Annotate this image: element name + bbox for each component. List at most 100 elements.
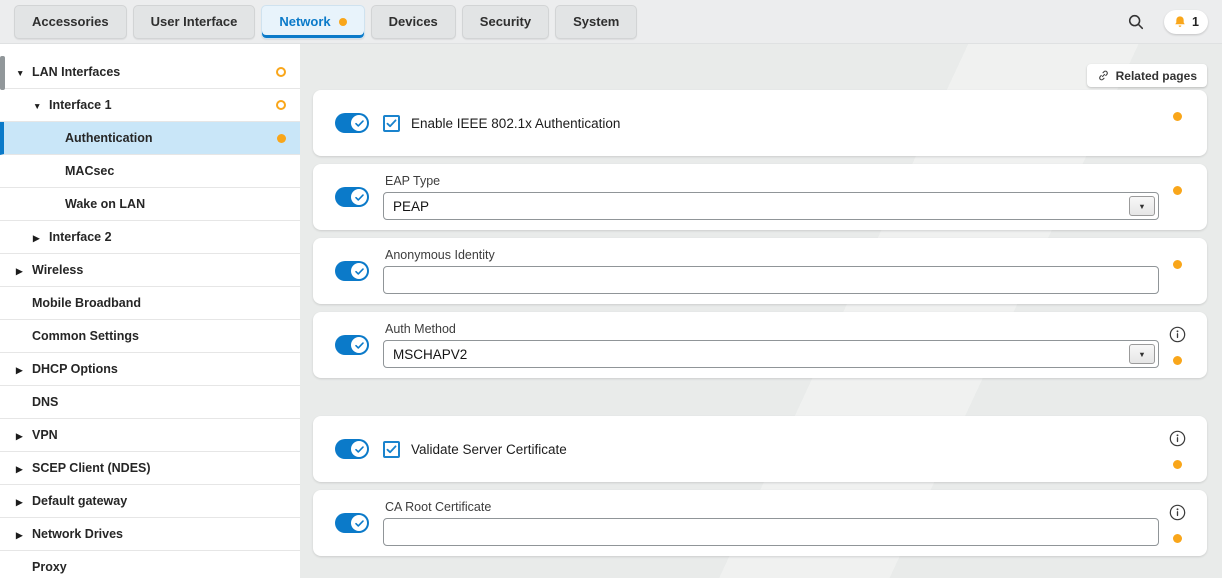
field-column: Validate Server Certificate [383,441,1159,458]
sidebar-scrollbar-thumb[interactable] [0,56,5,90]
chevron-down-icon[interactable] [1129,344,1155,364]
card-enable-ieee-8021x-authentication: Enable IEEE 802.1x Authentication [313,90,1207,156]
checkbox-label: Validate Server Certificate [411,442,567,457]
field-column: Anonymous Identity [383,248,1159,294]
info-icon[interactable] [1169,326,1186,343]
field-label: EAP Type [385,174,1159,188]
tab-label: Accessories [32,14,109,29]
sidebar-item-lan-interfaces[interactable]: LAN Interfaces [0,56,300,89]
sidebar-item-label: DHCP Options [32,362,118,376]
search-icon[interactable] [1124,10,1148,34]
eap-type-select[interactable]: PEAP [383,192,1159,220]
anonymous-identity-input[interactable] [383,266,1159,294]
sidebar-item-label: MACsec [65,164,114,178]
eap-type-toggle[interactable] [335,187,369,207]
expand-arrow-icon[interactable] [16,429,32,442]
topbar-actions: 1 [1124,10,1208,34]
card-anonymous-identity: Anonymous Identity [313,238,1207,304]
expand-arrow-icon[interactable] [16,363,32,376]
sidebar-item-scep-client-ndes[interactable]: SCEP Client (NDES) [0,452,300,485]
settings-cards: Enable IEEE 802.1x Authentication EAP Ty… [313,90,1207,564]
chevron-down-icon[interactable] [1129,196,1155,216]
modified-dot-indicator [1173,260,1182,269]
tab-label: User Interface [151,14,238,29]
notification-count: 1 [1192,15,1199,29]
toggle-column [335,513,383,533]
ca-root-certificate-toggle[interactable] [335,513,369,533]
status-dot-icon [339,18,347,26]
sidebar-item-label: Proxy [32,560,67,574]
sidebar-item-default-gateway[interactable]: Default gateway [0,485,300,518]
tab-system[interactable]: System [555,5,637,39]
modified-dot-indicator [1173,356,1182,365]
card-auth-method: Auth Method MSCHAPV2 [313,312,1207,378]
related-pages-button[interactable]: Related pages [1087,64,1207,87]
toggle-column [335,261,383,281]
status-ring-indicator [276,67,286,77]
card-status-column [1159,321,1195,369]
toggle-check-icon [351,515,367,531]
expand-arrow-icon[interactable] [16,462,32,475]
auth-method-select[interactable]: MSCHAPV2 [383,340,1159,368]
anonymous-identity-toggle[interactable] [335,261,369,281]
main-content: Related pages Enable IEEE 802.1x Authent… [300,44,1222,578]
sidebar-item-label: SCEP Client (NDES) [32,461,151,475]
tab-label: Devices [389,14,438,29]
expand-arrow-icon[interactable] [16,528,32,541]
sidebar-item-mobile-broadband[interactable]: Mobile Broadband [0,287,300,320]
expand-arrow-icon[interactable] [33,231,49,244]
field-column: Auth Method MSCHAPV2 [383,322,1159,368]
expand-arrow-icon[interactable] [33,99,49,112]
auth-method-toggle[interactable] [335,335,369,355]
tab-security[interactable]: Security [462,5,549,39]
toggle-check-icon [351,263,367,279]
tab-devices[interactable]: Devices [371,5,456,39]
sidebar-item-label: Common Settings [32,329,139,343]
info-icon[interactable] [1169,504,1186,521]
tab-accessories[interactable]: Accessories [14,5,127,39]
card-eap-type: EAP Type PEAP [313,164,1207,230]
sidebar-item-interface-1[interactable]: Interface 1 [0,89,300,122]
status-dot-indicator [277,134,286,143]
sidebar-item-wireless[interactable]: Wireless [0,254,300,287]
validate-certificate-checkbox[interactable] [383,441,400,458]
nav-tabs: Accessories User Interface Network Devic… [14,5,637,39]
sidebar-item-network-drives[interactable]: Network Drives [0,518,300,551]
toggle-check-icon [351,115,367,131]
enable-8021x-checkbox[interactable] [383,115,400,132]
modified-dot-indicator [1173,112,1182,121]
toggle-check-icon [351,441,367,457]
tab-network[interactable]: Network [261,5,364,39]
field-label: Anonymous Identity [385,248,1159,262]
sidebar-item-interface-2[interactable]: Interface 2 [0,221,300,254]
notification-badge[interactable]: 1 [1164,10,1208,34]
tab-user-interface[interactable]: User Interface [133,5,256,39]
ca-root-certificate-input[interactable] [383,518,1159,546]
sidebar-item-label: LAN Interfaces [32,65,120,79]
sidebar-item-proxy[interactable]: Proxy [0,551,300,578]
sidebar-item-common-settings[interactable]: Common Settings [0,320,300,353]
sidebar-item-label: Interface 2 [49,230,112,244]
sidebar-item-macsec[interactable]: MACsec [0,155,300,188]
expand-arrow-icon[interactable] [16,264,32,277]
card-status-column [1159,173,1195,221]
info-icon[interactable] [1169,430,1186,447]
validate-certificate-toggle[interactable] [335,439,369,459]
sidebar-item-label: Wireless [32,263,83,277]
expand-arrow-icon[interactable] [16,495,32,508]
sidebar-item-label: DNS [32,395,58,409]
status-ring-indicator [276,100,286,110]
sidebar-item-dns[interactable]: DNS [0,386,300,419]
enable-8021x-toggle[interactable] [335,113,369,133]
modified-dot-indicator [1173,534,1182,543]
sidebar-item-dhcp-options[interactable]: DHCP Options [0,353,300,386]
sidebar-item-label: Authentication [65,131,153,145]
card-validate-server-certificate: Validate Server Certificate [313,416,1207,482]
sidebar-item-vpn[interactable]: VPN [0,419,300,452]
field-column: EAP Type PEAP [383,174,1159,220]
notification-bell-icon [1173,15,1187,29]
sidebar-item-wake-on-lan[interactable]: Wake on LAN [0,188,300,221]
expand-arrow-icon[interactable] [16,66,32,79]
card-status-column [1159,247,1195,295]
sidebar-item-authentication[interactable]: Authentication [0,122,300,155]
